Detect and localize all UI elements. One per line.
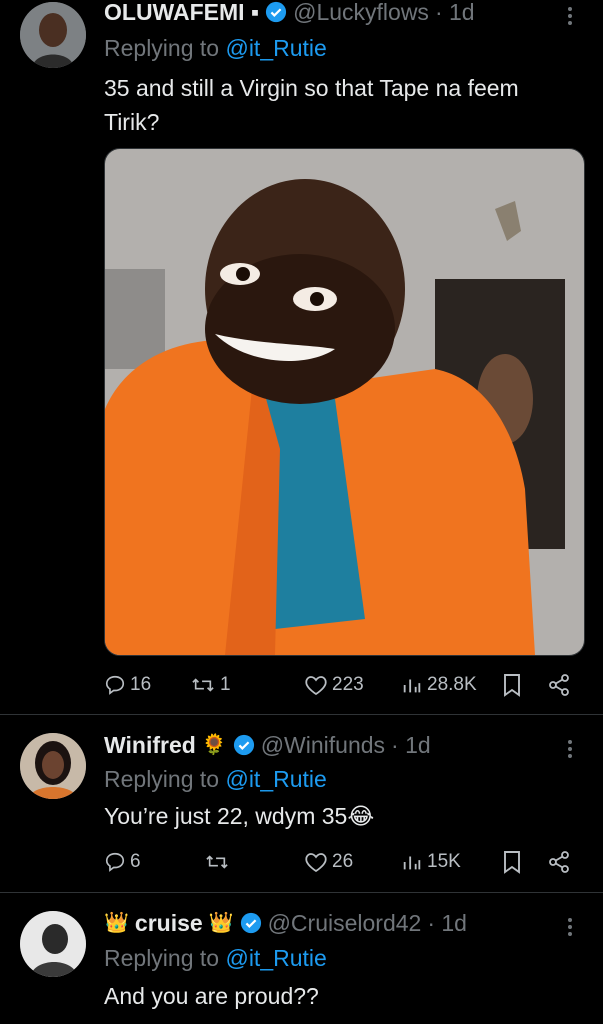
- tweet-actions: 6 26 15K: [104, 847, 584, 877]
- replying-prefix: Replying to: [104, 766, 226, 792]
- like-button[interactable]: 26: [304, 847, 353, 877]
- author-name[interactable]: cruise: [135, 909, 203, 937]
- retweet-count: 1: [220, 674, 231, 695]
- tweet-image[interactable]: [104, 148, 585, 656]
- verified-badge-icon: [233, 734, 254, 756]
- verified-badge-icon: [240, 912, 261, 934]
- retweet-button[interactable]: 1: [190, 670, 231, 700]
- more-options-icon[interactable]: [567, 915, 573, 939]
- bookmark-button[interactable]: [502, 670, 522, 700]
- sunflower-emoji-icon: 🌻: [201, 734, 227, 756]
- tweet-actions: 16 1 223 28.8K: [104, 670, 584, 700]
- replying-to: Replying to @it_Rutie: [104, 944, 327, 972]
- views-button[interactable]: 15K: [401, 847, 461, 877]
- meme-photo-icon: [105, 149, 584, 655]
- heart-icon: [305, 853, 327, 873]
- bookmark-icon: [504, 674, 520, 697]
- reply-count: 16: [130, 674, 152, 695]
- author-handle[interactable]: @Luckyflows: [293, 0, 429, 26]
- avatar[interactable]: [20, 2, 86, 68]
- tweet-3[interactable]: 👑 cruise 👑 @Cruiselord42 · 1d Replying t…: [0, 893, 603, 1024]
- avatar-photo-icon: [20, 911, 86, 977]
- share-icon: [549, 674, 569, 696]
- avatar-photo-icon: [20, 2, 86, 68]
- bookmark-icon: [504, 851, 520, 874]
- share-button[interactable]: [547, 670, 571, 700]
- reply-icon: [105, 852, 125, 872]
- like-button[interactable]: 223: [304, 670, 364, 700]
- replying-mention[interactable]: @it_Rutie: [225, 945, 326, 971]
- like-count: 223: [332, 674, 364, 695]
- reply-icon: [105, 675, 125, 695]
- crown-emoji-icon: 👑: [104, 912, 129, 934]
- more-options-icon[interactable]: [567, 4, 573, 28]
- crown-emoji-icon: 👑: [208, 912, 234, 934]
- views-button[interactable]: 28.8K: [401, 670, 477, 700]
- tweet-text: 35 and still a Virgin so that Tape na fe…: [104, 75, 519, 135]
- reply-count: 6: [130, 851, 141, 872]
- tweet-2[interactable]: Winifred 🌻 @Winifunds · 1d Replying to @…: [0, 715, 603, 891]
- replying-mention[interactable]: @it_Rutie: [225, 766, 326, 792]
- tweet-1[interactable]: OLUWAFEMI ▪ @Luckyflows · 1d Replying to…: [0, 0, 603, 714]
- verified-badge-icon: [266, 1, 287, 23]
- heart-icon: [305, 676, 327, 696]
- reply-button[interactable]: 16: [104, 670, 151, 700]
- view-count: 28.8K: [427, 674, 477, 695]
- replying-to: Replying to @it_Rutie: [104, 765, 327, 793]
- replying-to: Replying to @it_Rutie: [104, 34, 327, 62]
- author-name[interactable]: Winifred: [104, 731, 196, 759]
- views-icon: [403, 679, 421, 693]
- author-handle[interactable]: @Winifunds: [261, 731, 385, 759]
- view-count: 15K: [427, 851, 461, 872]
- share-icon: [549, 851, 569, 873]
- retweet-icon: [206, 855, 228, 869]
- timestamp[interactable]: · 1d: [391, 731, 431, 759]
- replying-prefix: Replying to: [104, 35, 226, 61]
- avatar[interactable]: [20, 911, 86, 977]
- tweet-text: You’re just 22, wdym 35😂: [104, 803, 375, 829]
- replying-prefix: Replying to: [104, 945, 226, 971]
- timestamp[interactable]: · 1d: [427, 909, 467, 937]
- timestamp[interactable]: · 1d: [435, 0, 475, 26]
- reply-button[interactable]: 6: [104, 847, 141, 877]
- like-count: 26: [332, 851, 354, 872]
- bookmark-button[interactable]: [502, 847, 522, 877]
- views-icon: [403, 856, 421, 870]
- retweet-button[interactable]: [204, 847, 230, 877]
- avatar-photo-icon: [20, 733, 86, 799]
- share-button[interactable]: [547, 847, 571, 877]
- more-options-icon[interactable]: [567, 737, 573, 761]
- replying-mention[interactable]: @it_Rutie: [225, 35, 326, 61]
- author-name[interactable]: OLUWAFEMI ▪: [104, 0, 259, 26]
- retweet-icon: [192, 678, 214, 692]
- avatar[interactable]: [20, 733, 86, 799]
- tweet-text: And you are proud??: [104, 983, 319, 1009]
- author-handle[interactable]: @Cruiselord42: [268, 909, 422, 937]
